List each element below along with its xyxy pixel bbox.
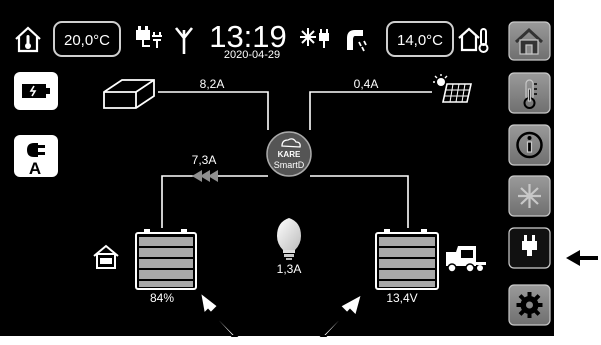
battery-charge-button[interactable] [14, 72, 58, 110]
side-home-button[interactable] [508, 21, 551, 61]
battery-charge-icon [22, 84, 50, 98]
outdoor-temp-value: 14,0°C [397, 32, 443, 49]
gear-icon [516, 292, 543, 318]
house-battery-percent: 84% [150, 291, 174, 305]
bottom-strip [0, 336, 554, 345]
hub-name: SmartD [274, 160, 305, 170]
snowflake-icon [518, 184, 541, 208]
side-frost-button[interactable] [508, 175, 551, 217]
inverter-current-label: 8,2A [200, 77, 225, 91]
solar-current-label: 0,4A [354, 77, 379, 91]
battery-flow-current-label: 7,3A [192, 153, 217, 167]
plug-current-button[interactable]: A [14, 135, 58, 178]
side-thermometer-button[interactable] [508, 72, 551, 114]
side-info-button[interactable] [508, 124, 551, 166]
side-settings-button[interactable] [508, 284, 551, 326]
clock-date: 2020-04-29 [224, 49, 280, 61]
svg-text:A: A [29, 159, 41, 178]
margin-area [554, 0, 601, 345]
engine-battery-voltage: 13,4V [386, 291, 417, 305]
hub-brand: KARE [278, 150, 301, 159]
load-current-label: 1,3A [277, 262, 302, 276]
indoor-temp-value: 20,0°C [64, 32, 110, 49]
smartd-hub[interactable]: KARE SmartD [266, 131, 312, 177]
side-power-button[interactable] [508, 227, 551, 269]
